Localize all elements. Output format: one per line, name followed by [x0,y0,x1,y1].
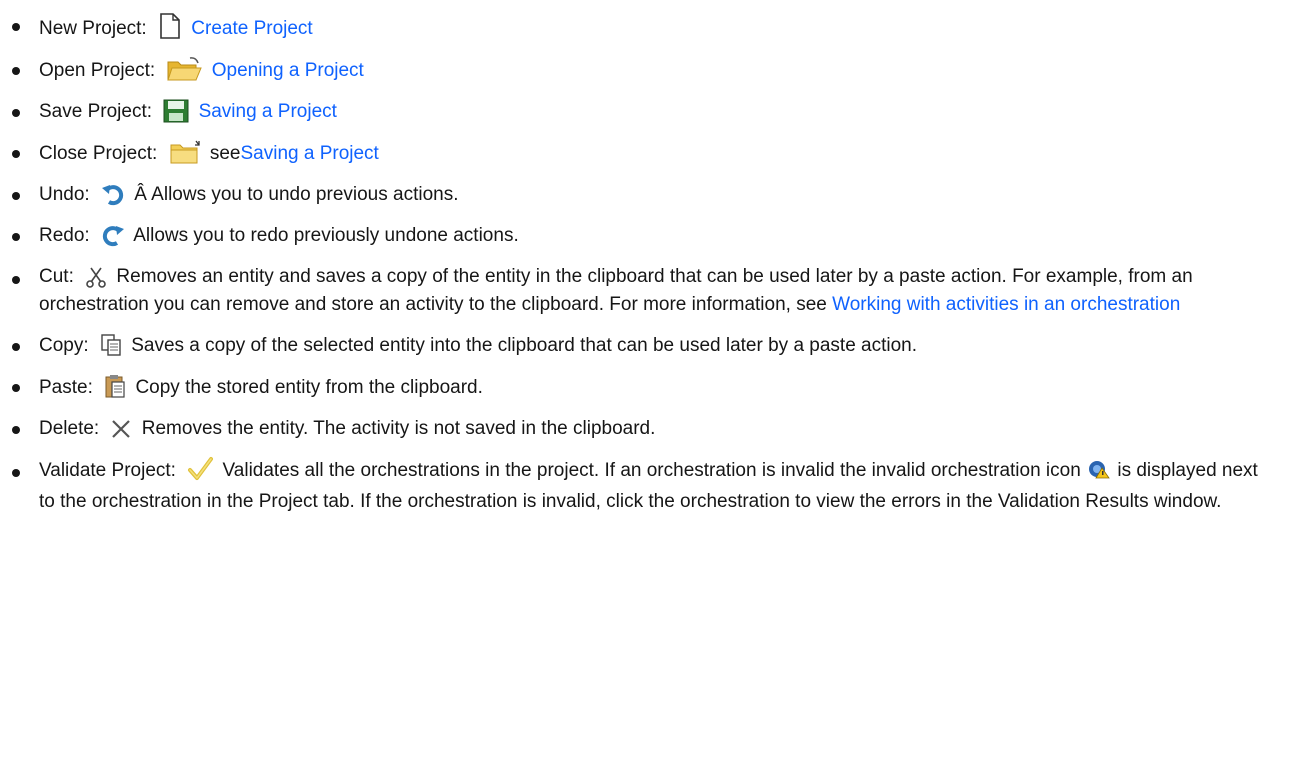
scissors-icon [85,266,107,288]
item-description: Saves a copy of the selected entity into… [131,335,918,356]
list-item-save-project: Save Project: Saving a Project [0,98,1275,126]
list-item-paste: Paste: Copy the stored entity from the c… [0,373,1275,402]
item-description: Allows you to redo previously undone act… [133,225,519,246]
list-item-undo: Undo: Â Allows you to undo previous acti… [0,181,1275,209]
saving-a-project-link-2[interactable]: Saving a Project [240,143,378,164]
item-description: Validates all the orchestrations in the … [222,460,1081,481]
list-item-cut: Cut: Removes an entity and saves a copy … [0,263,1275,319]
list-item-validate-project: Validate Project: Validates all the orch… [0,456,1275,516]
item-description: Copy the stored entity from the clipboar… [135,377,483,398]
redo-icon [101,223,125,247]
invalid-orchestration-icon [1088,459,1110,488]
item-description: Removes the entity. The activity is not … [141,418,656,439]
item-label: New Project: [39,18,147,39]
list-item-redo: Redo: Allows you to redo previously undo… [0,222,1275,250]
paste-icon [104,373,126,399]
item-label: Close Project: [39,143,158,164]
working-with-activities-link[interactable]: Working with activities in an orchestrat… [832,294,1180,315]
item-label: Validate Project: [39,460,176,481]
see-text: see [209,143,241,164]
undo-icon [101,182,125,206]
list-item-close-project: Close Project: seeSaving a Project [0,139,1275,168]
floppy-disk-icon [163,99,189,123]
item-label: Save Project: [39,101,152,122]
item-label: Redo: [39,225,90,246]
list-item-new-project: New Project: Create Project [0,12,1275,43]
list-item-open-project: Open Project: Opening a Project [0,56,1275,85]
copy-icon [100,333,122,357]
item-label: Undo: [39,184,90,205]
item-label: Paste: [39,377,93,398]
toolbar-actions-list: New Project: Create Project Open Project… [0,0,1275,516]
item-description: Â Allows you to undo previous actions. [134,184,459,205]
saving-a-project-link[interactable]: Saving a Project [199,101,337,122]
item-label: Delete: [39,418,100,439]
list-item-delete: Delete: Removes the entity. The activity… [0,415,1275,443]
delete-x-icon [110,418,132,440]
item-label: Copy: [39,335,89,356]
open-folder-icon [166,56,203,82]
close-folder-icon [169,139,201,165]
opening-a-project-link[interactable]: Opening a Project [212,60,364,81]
item-label: Open Project: [39,60,156,81]
checkmark-icon [187,456,214,482]
create-project-link[interactable]: Create Project [191,18,312,39]
item-label: Cut: [39,266,74,287]
new-document-icon [158,12,182,40]
list-item-copy: Copy: Saves a copy of the selected entit… [0,332,1275,360]
